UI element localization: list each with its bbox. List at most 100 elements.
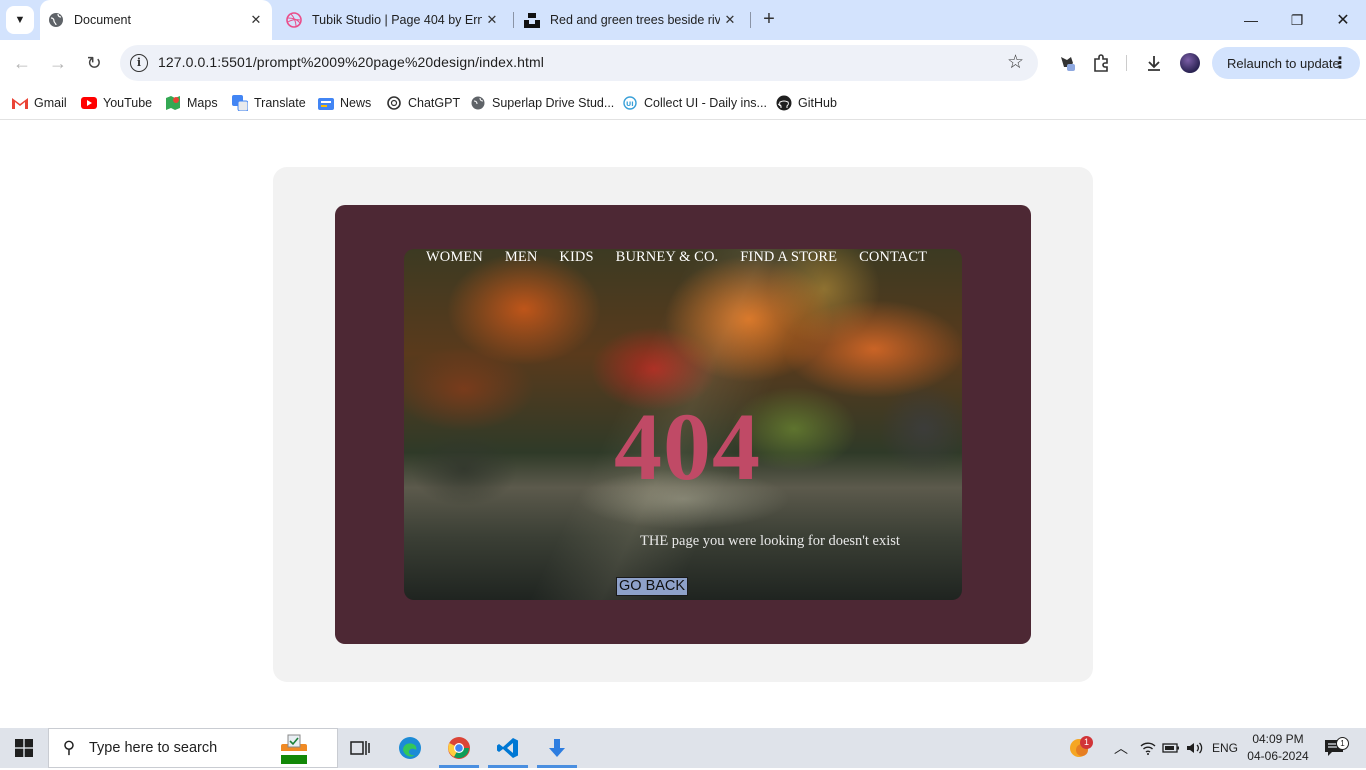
taskbar-search-placeholder: Type here to search xyxy=(89,740,218,756)
url-text[interactable]: 127.0.0.1:5501/prompt%2009%20page%20desi… xyxy=(158,54,544,70)
forward-button[interactable]: → xyxy=(44,49,72,77)
nav-item-kids[interactable]: KIDS xyxy=(559,249,593,266)
youtube-icon xyxy=(81,95,97,111)
bookmark-news[interactable]: News xyxy=(318,93,371,113)
main-nav: WOMEN MEN KIDS BURNEY & CO. FIND A STORE… xyxy=(426,249,949,266)
toolbar-divider xyxy=(1126,55,1127,71)
weather-widget-icon[interactable]: 1 xyxy=(1068,728,1093,768)
bookmark-github[interactable]: GitHub xyxy=(776,93,837,113)
bookmark-maps[interactable]: Maps xyxy=(165,93,218,113)
weather-badge: 1 xyxy=(1080,736,1093,749)
network-wifi-icon[interactable] xyxy=(1140,728,1156,768)
browser-toolbar: ← → ↻ i 127.0.0.1:5501/prompt%2009%20pag… xyxy=(0,40,1366,86)
show-hidden-icons-chevron-icon[interactable]: ︿ xyxy=(1114,728,1128,768)
window-close-button[interactable]: ✕ xyxy=(1320,0,1366,40)
task-view-icon[interactable] xyxy=(336,728,384,768)
nav-item-men[interactable]: MEN xyxy=(505,249,538,266)
globe-icon xyxy=(48,12,64,28)
taskbar-search-box[interactable]: ⚲ Type here to search xyxy=(48,728,338,768)
relaunch-label: Relaunch to update xyxy=(1227,55,1340,71)
github-icon xyxy=(776,95,792,111)
unsplash-icon xyxy=(524,12,540,28)
bookmark-label: Collect UI - Daily ins... xyxy=(644,96,767,110)
notification-count-badge: 1 xyxy=(1336,737,1349,750)
vscode-icon[interactable] xyxy=(484,728,532,768)
minimize-button[interactable]: — xyxy=(1228,0,1274,40)
bookmark-chatgpt[interactable]: ChatGPT xyxy=(386,93,460,113)
battery-icon[interactable] xyxy=(1162,728,1180,768)
extension-puzzle-color-icon[interactable] xyxy=(1056,52,1078,74)
bookmark-label: Maps xyxy=(187,96,218,110)
bookmark-gmail[interactable]: Gmail xyxy=(12,93,67,113)
nav-item-contact[interactable]: CONTACT xyxy=(859,249,927,266)
clock-time: 04:09 PM xyxy=(1252,732,1304,746)
restore-button[interactable]: ❐ xyxy=(1274,0,1320,40)
nav-item-find-a-store[interactable]: FIND A STORE xyxy=(740,249,837,266)
clock-date: 04-06-2024 xyxy=(1247,749,1309,763)
collect-ui-icon: UI xyxy=(622,95,638,111)
tab-title: Tubik Studio | Page 404 by Erne xyxy=(312,13,482,27)
news-icon xyxy=(318,95,334,111)
close-icon[interactable]: ✕ xyxy=(482,12,502,28)
extensions-icon[interactable] xyxy=(1090,52,1112,74)
nav-item-women[interactable]: WOMEN xyxy=(426,249,483,266)
more-menu-icon[interactable]: ⋮ xyxy=(1332,53,1348,73)
bookmark-star-icon[interactable]: ☆ xyxy=(1007,51,1024,74)
tab-strip: ▼ Document ✕ Tubik Studio | Page 404 by … xyxy=(0,0,1366,40)
bookmark-label: ChatGPT xyxy=(408,96,461,110)
maps-icon xyxy=(165,95,181,111)
close-icon[interactable]: ✕ xyxy=(246,12,266,28)
profile-avatar[interactable] xyxy=(1180,53,1200,73)
svg-text:UI: UI xyxy=(626,100,634,108)
globe-icon xyxy=(470,95,486,111)
bookmark-label: Translate xyxy=(254,96,306,110)
close-icon[interactable]: ✕ xyxy=(720,12,740,28)
election-ballot-icon xyxy=(277,732,311,770)
tab-separator xyxy=(750,12,751,28)
downloads-arrow-icon[interactable] xyxy=(533,728,581,768)
bookmark-label: Gmail xyxy=(34,96,67,110)
download-icon[interactable] xyxy=(1143,52,1165,74)
chevron-down-icon: ▼ xyxy=(14,14,26,26)
windows-start-button[interactable] xyxy=(0,728,48,768)
reload-button[interactable]: ↻ xyxy=(80,49,108,77)
new-tab-button[interactable]: + xyxy=(758,8,780,32)
notification-center-icon[interactable]: 1 xyxy=(1324,728,1349,768)
bookmark-collect-ui[interactable]: UI Collect UI - Daily ins... xyxy=(622,93,767,113)
volume-speaker-icon[interactable] xyxy=(1186,728,1204,768)
address-bar[interactable]: i 127.0.0.1:5501/prompt%2009%20page%20de… xyxy=(120,45,1038,81)
tab-unsplash[interactable]: Red and green trees beside rive ✕ xyxy=(516,0,746,40)
dribbble-icon xyxy=(286,12,302,28)
search-icon: ⚲ xyxy=(62,738,76,757)
site-info-icon[interactable]: i xyxy=(130,54,148,72)
bookmark-translate[interactable]: Translate xyxy=(232,93,306,113)
tab-document[interactable]: Document ✕ xyxy=(40,0,272,40)
bookmark-youtube[interactable]: YouTube xyxy=(81,93,152,113)
chrome-browser-icon[interactable] xyxy=(435,728,483,768)
edge-browser-icon[interactable] xyxy=(386,728,434,768)
language-indicator[interactable]: ENG xyxy=(1212,728,1238,768)
tab-tubik-studio[interactable]: Tubik Studio | Page 404 by Erne ✕ xyxy=(278,0,508,40)
tab-separator xyxy=(513,12,514,28)
taskbar-clock[interactable]: 04:09 PM 04-06-2024 xyxy=(1240,731,1316,765)
translate-icon xyxy=(232,95,248,111)
hero-image-autumn-garden: WOMEN MEN KIDS BURNEY & CO. FIND A STORE… xyxy=(404,249,962,600)
bookmark-label: News xyxy=(340,96,372,110)
back-button[interactable]: ← xyxy=(8,49,36,77)
bookmark-label: YouTube xyxy=(103,96,153,110)
tab-title: Document xyxy=(74,13,131,27)
error-message: THE page you were looking for doesn't ex… xyxy=(640,533,900,549)
windows-logo-icon xyxy=(15,739,33,757)
tab-search-button[interactable]: ▼ xyxy=(6,6,34,34)
bookmarks-bar: Gmail YouTube Maps Translate News ChatGP… xyxy=(0,86,1366,120)
bookmark-label: GitHub xyxy=(798,96,837,110)
bookmark-superlap[interactable]: Superlap Drive Stud... xyxy=(470,93,614,113)
go-back-button[interactable]: GO BACK xyxy=(616,577,689,596)
error-code-heading: 404 xyxy=(614,393,761,500)
relaunch-to-update-button[interactable]: Relaunch to update ⋮ xyxy=(1212,47,1360,79)
gmail-icon xyxy=(12,95,28,111)
bookmark-label: Superlap Drive Stud... xyxy=(492,96,615,110)
nav-item-burney-co[interactable]: BURNEY & CO. xyxy=(616,249,719,266)
windows-taskbar: ⚲ Type here to search 1 ︿ ENG 04:09 PM 0… xyxy=(0,728,1366,768)
tab-title: Red and green trees beside rive xyxy=(550,13,720,27)
